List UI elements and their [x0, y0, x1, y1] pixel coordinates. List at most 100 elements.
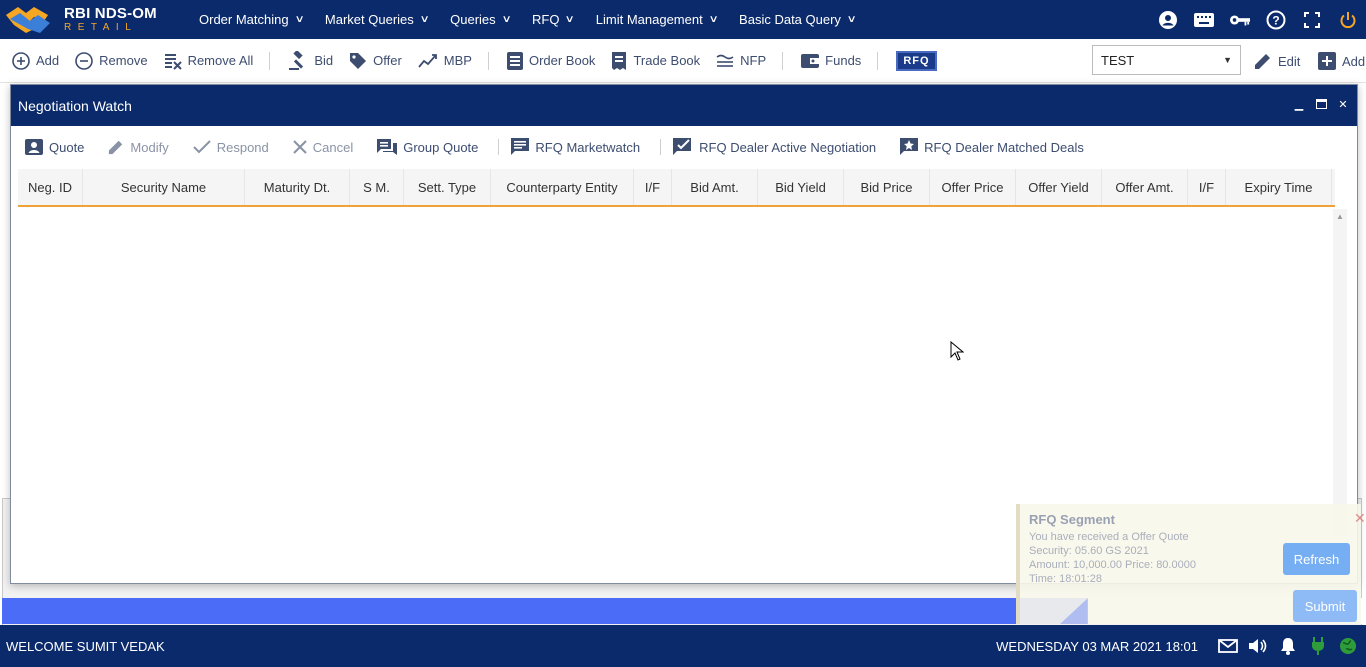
offer-button[interactable]: Offer: [345, 46, 406, 76]
col-header[interactable]: Bid Yield: [758, 169, 844, 205]
menu-order-matching[interactable]: Order Matching ∨: [188, 0, 314, 39]
col-header[interactable]: Neg. ID: [18, 169, 83, 205]
menu-basic-data-query[interactable]: Basic Data Query ∨: [728, 0, 866, 39]
col-header[interactable]: Maturity Dt.: [245, 169, 350, 205]
toolbar-divider: [782, 51, 784, 70]
bell-icon[interactable]: [1278, 636, 1298, 656]
offer-label: Offer: [373, 53, 402, 68]
help-icon[interactable]: ?: [1266, 10, 1286, 30]
col-header[interactable]: Expiry Time: [1226, 169, 1332, 205]
add-right-label: Add: [1342, 53, 1366, 69]
toolbar-divider: [877, 51, 879, 70]
menu-queries[interactable]: Queries ∨: [439, 0, 521, 39]
notification-security: Security: 05.60 GS 2021: [1029, 545, 1149, 557]
group-select-value: TEST: [1101, 52, 1135, 68]
chevron-down-icon: ∨: [294, 14, 305, 25]
menu-rfq[interactable]: RFQ ∨: [521, 0, 585, 39]
col-header[interactable]: Counterparty Entity: [491, 169, 634, 205]
grid-header: Neg. ID Security Name Maturity Dt. S M. …: [18, 169, 1335, 207]
menu-label: Basic Data Query: [739, 12, 841, 27]
power-icon[interactable]: [1338, 10, 1358, 30]
col-header[interactable]: Sett. Type: [404, 169, 491, 205]
edit-label: Edit: [1278, 53, 1301, 69]
close-icon[interactable]: ✕: [1354, 510, 1366, 527]
funds-button[interactable]: Funds: [797, 46, 865, 76]
trade-book-button[interactable]: Trade Book: [607, 46, 704, 76]
cancel-label: Cancel: [312, 139, 354, 155]
wallet-icon: [801, 53, 820, 68]
key-icon[interactable]: [1230, 10, 1250, 30]
respond-button[interactable]: Respond: [193, 140, 269, 155]
col-header[interactable]: I/F: [634, 169, 672, 205]
plug-icon: [1308, 636, 1328, 656]
menu-limit-management[interactable]: Limit Management ∨: [585, 0, 728, 39]
notification-amount: Amount: 10,000.00 Price: 80.0000: [1029, 559, 1196, 571]
rfq-badge: RFQ: [896, 50, 937, 71]
keyboard-icon[interactable]: [1194, 10, 1214, 30]
rfq-dealer-matched-button[interactable]: RFQ Dealer Matched Deals: [900, 138, 1084, 156]
mbp-button[interactable]: MBP: [414, 46, 476, 76]
top-navbar: RBI NDS-OM RETAIL Order Matching ∨ Market…: [0, 0, 1366, 39]
toolbar-divider: [269, 51, 271, 70]
minimize-icon[interactable]: ▁: [1293, 97, 1305, 111]
add-right-button[interactable]: Add: [1314, 46, 1366, 76]
receipt-icon: [612, 51, 627, 70]
plus-circle-icon: [12, 51, 30, 70]
contact-card-icon: [25, 139, 43, 155]
col-header[interactable]: Security Name: [83, 169, 245, 205]
volume-icon[interactable]: [1248, 636, 1268, 656]
menu-market-queries[interactable]: Market Queries ∨: [314, 0, 439, 39]
bid-button[interactable]: Bid: [284, 46, 337, 76]
chevron-down-icon: ∨: [501, 14, 512, 25]
remove-all-label: Remove All: [187, 53, 254, 68]
close-icon[interactable]: ✕: [1337, 97, 1349, 111]
mouse-cursor-icon: [950, 340, 965, 364]
message-star-icon: [900, 138, 919, 155]
order-book-button[interactable]: Order Book: [503, 46, 599, 76]
chevron-down-icon: ∨: [564, 14, 576, 25]
bid-label: Bid: [314, 53, 334, 68]
mail-icon[interactable]: [1218, 636, 1238, 656]
cancel-button[interactable]: Cancel: [293, 140, 353, 155]
col-header[interactable]: Offer Yield: [1016, 169, 1102, 205]
menu-label: Limit Management: [595, 12, 703, 27]
handshake-logo-icon: [4, 3, 54, 37]
refresh-button[interactable]: Refresh: [1283, 543, 1350, 575]
quote-button[interactable]: Quote: [25, 138, 84, 156]
edit-button[interactable]: Edit: [1250, 46, 1304, 76]
funds-label: Funds: [825, 53, 862, 68]
col-header[interactable]: Offer Amt.: [1102, 169, 1188, 205]
remove-button[interactable]: Remove: [71, 46, 151, 76]
menu-label: Queries: [450, 12, 496, 27]
remove-all-button[interactable]: Remove All: [160, 46, 258, 76]
datetime-text: WEDNESDAY 03 MAR 2021 18:01: [996, 638, 1198, 654]
grid-scrollbar[interactable]: ▲: [1333, 209, 1347, 535]
logo-title: RBI NDS-OM: [64, 5, 157, 22]
maximize-icon[interactable]: [1315, 97, 1327, 111]
gavel-icon: [289, 50, 304, 70]
dialog-header[interactable]: Negotiation Watch ▁ ✕: [11, 85, 1357, 126]
modify-button[interactable]: Modify: [108, 139, 169, 155]
welcome-text: WELCOME SUMIT VEDAK: [6, 638, 165, 654]
rfq-button[interactable]: RFQ: [892, 46, 940, 76]
col-header[interactable]: Bid Amt.: [672, 169, 758, 205]
submit-button[interactable]: Submit: [1293, 590, 1357, 622]
col-header[interactable]: S M.: [350, 169, 404, 205]
app-logo[interactable]: RBI NDS-OM RETAIL: [0, 0, 180, 39]
fullscreen-icon[interactable]: [1302, 10, 1322, 30]
nfp-button[interactable]: NFP: [712, 46, 770, 76]
menu-label: RFQ: [531, 12, 560, 27]
dialog-title: Negotiation Watch: [18, 97, 132, 114]
group-quote-button[interactable]: Group Quote: [377, 138, 478, 156]
col-header[interactable]: Bid Price: [844, 169, 930, 205]
col-header[interactable]: Offer Price: [930, 169, 1016, 205]
user-icon[interactable]: [1158, 10, 1178, 30]
rfq-marketwatch-button[interactable]: RFQ Marketwatch: [511, 138, 640, 156]
add-button[interactable]: Add: [8, 46, 63, 76]
rfq-dealer-active-button[interactable]: RFQ Dealer Active Negotiation: [673, 138, 876, 156]
dialog-toolbar: Quote Modify Respond Cancel Group Quote …: [11, 126, 1357, 168]
background-blue-bar: [2, 598, 1087, 624]
col-header[interactable]: I/F: [1188, 169, 1226, 205]
group-select[interactable]: TEST ▼: [1092, 45, 1241, 75]
scroll-up-icon[interactable]: ▲: [1336, 212, 1344, 221]
